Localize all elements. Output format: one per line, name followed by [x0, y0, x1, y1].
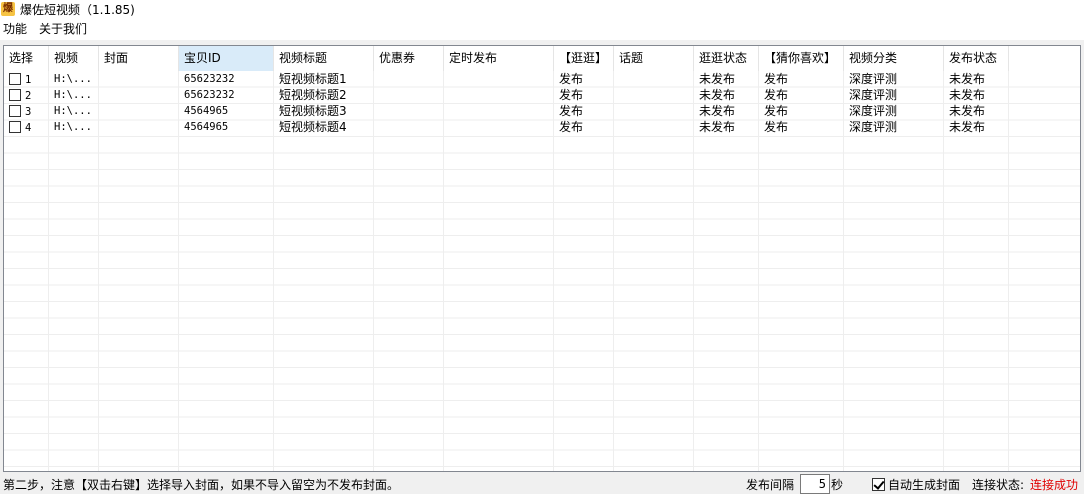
status-bar: 第二步，注意【双击右键】选择导入封面，如果不导入留空为不发布封面。 发布间隔 5…	[0, 474, 1084, 494]
cell-category[interactable]: 深度评测	[844, 87, 944, 103]
col-header-status[interactable]: 发布状态	[944, 46, 1009, 71]
cell-video[interactable]: H:\...	[49, 87, 99, 103]
row-checkbox[interactable]	[9, 88, 21, 101]
cell-coupon[interactable]	[374, 119, 444, 135]
interval-unit-label: 秒	[831, 478, 844, 492]
cell-title[interactable]: 短视频标题4	[274, 119, 374, 135]
window-title: 爆佐短视频（1.1.85)	[20, 2, 135, 17]
auto-cover-checkbox[interactable]: 自动生成封面	[872, 476, 960, 493]
cell-cover[interactable]	[99, 87, 179, 103]
col-header-cover[interactable]: 封面	[99, 46, 179, 71]
cell-title[interactable]: 短视频标题2	[274, 87, 374, 103]
grid-header: 选择 视频 封面 宝贝ID 视频标题 优惠券 定时发布 【逛逛】 话题 逛逛状态…	[4, 46, 1009, 71]
cell-gg-status: 未发布	[699, 104, 736, 118]
col-header-coupon[interactable]: 优惠券	[374, 46, 444, 71]
table-row[interactable]: 3 H:\... 4564965 短视频标题3 发布 未发布 发布 深度评测 未…	[4, 103, 1009, 119]
col-header-guess-like[interactable]: 【猜你喜欢】	[759, 46, 844, 71]
cell-guess-like[interactable]: 发布	[759, 103, 844, 119]
cell-item-id[interactable]: 4564965	[179, 119, 274, 135]
cell-status: 未发布	[949, 104, 986, 118]
row-select-cell[interactable]: 1	[4, 71, 49, 87]
cell-schedule[interactable]	[444, 119, 554, 135]
col-header-title[interactable]: 视频标题	[274, 46, 374, 71]
connection-status-label: 连接状态:	[972, 478, 1025, 492]
connection-status-value: 连接成功	[1030, 478, 1079, 492]
col-header-select[interactable]: 选择	[4, 46, 49, 71]
step-hint-text: 第二步，注意【双击右键】选择导入封面，如果不导入留空为不发布封面。	[3, 478, 400, 492]
row-select-cell[interactable]: 3	[4, 103, 49, 119]
cell-status: 未发布	[949, 72, 986, 86]
cell-guess-like[interactable]: 发布	[759, 87, 844, 103]
menu-item-function[interactable]: 功能	[0, 18, 33, 40]
publish-interval-input[interactable]: 5	[800, 474, 830, 494]
title-bar: 爆 爆佐短视频（1.1.85)	[0, 0, 1084, 18]
cell-cover[interactable]	[99, 71, 179, 87]
table-row[interactable]: 4 H:\... 4564965 短视频标题4 发布 未发布 发布 深度评测 未…	[4, 119, 1009, 135]
checkbox-checked-icon[interactable]	[872, 478, 885, 491]
cell-title[interactable]: 短视频标题3	[274, 103, 374, 119]
cell-item-id[interactable]: 65623232	[179, 71, 274, 87]
cell-video[interactable]: H:\...	[49, 103, 99, 119]
col-header-schedule[interactable]: 定时发布	[444, 46, 554, 71]
cell-category[interactable]: 深度评测	[844, 71, 944, 87]
table-row[interactable]: 1 H:\... 65623232 短视频标题1 发布 未发布 发布 深度评测 …	[4, 71, 1009, 87]
cell-cover[interactable]	[99, 119, 179, 135]
menu-item-about[interactable]: 关于我们	[33, 18, 93, 40]
cell-topic[interactable]	[614, 119, 694, 135]
cell-guess-like[interactable]: 发布	[759, 119, 844, 135]
cell-status: 未发布	[949, 120, 986, 134]
col-header-category[interactable]: 视频分类	[844, 46, 944, 71]
cell-gg-status: 未发布	[699, 120, 736, 134]
row-checkbox[interactable]	[9, 104, 21, 117]
cell-guangguang[interactable]: 发布	[554, 119, 614, 135]
cell-cover[interactable]	[99, 103, 179, 119]
cell-guess-like[interactable]: 发布	[759, 71, 844, 87]
video-grid[interactable]: 选择 视频 封面 宝贝ID 视频标题 优惠券 定时发布 【逛逛】 话题 逛逛状态…	[3, 45, 1081, 472]
table-row[interactable]: 2 H:\... 65623232 短视频标题2 发布 未发布 发布 深度评测 …	[4, 87, 1009, 103]
cell-guangguang[interactable]: 发布	[554, 71, 614, 87]
row-select-cell[interactable]: 4	[4, 119, 49, 135]
cell-item-id[interactable]: 4564965	[179, 103, 274, 119]
cell-status: 未发布	[949, 88, 986, 102]
publish-interval-label: 发布间隔	[746, 478, 795, 492]
cell-topic[interactable]	[614, 103, 694, 119]
cell-video[interactable]: H:\...	[49, 71, 99, 87]
menu-bar: 功能 关于我们	[0, 18, 1084, 40]
col-header-video[interactable]: 视频	[49, 46, 99, 71]
cell-title[interactable]: 短视频标题1	[274, 71, 374, 87]
col-header-topic[interactable]: 话题	[614, 46, 694, 71]
cell-topic[interactable]	[614, 87, 694, 103]
cell-gg-status: 未发布	[699, 72, 736, 86]
auto-cover-label: 自动生成封面	[888, 478, 961, 492]
cell-topic[interactable]	[614, 71, 694, 87]
cell-gg-status: 未发布	[699, 88, 736, 102]
cell-schedule[interactable]	[444, 103, 554, 119]
cell-coupon[interactable]	[374, 103, 444, 119]
app-logo-icon: 爆	[1, 2, 15, 16]
cell-category[interactable]: 深度评测	[844, 119, 944, 135]
col-header-guangguang[interactable]: 【逛逛】	[554, 46, 614, 71]
row-checkbox[interactable]	[9, 120, 21, 133]
cell-coupon[interactable]	[374, 71, 444, 87]
cell-item-id[interactable]: 65623232	[179, 87, 274, 103]
row-select-cell[interactable]: 2	[4, 87, 49, 103]
cell-guangguang[interactable]: 发布	[554, 87, 614, 103]
col-header-item-id[interactable]: 宝贝ID	[179, 46, 274, 71]
row-checkbox[interactable]	[9, 72, 21, 85]
cell-video[interactable]: H:\...	[49, 119, 99, 135]
cell-schedule[interactable]	[444, 71, 554, 87]
cell-guangguang[interactable]: 发布	[554, 103, 614, 119]
cell-coupon[interactable]	[374, 87, 444, 103]
cell-category[interactable]: 深度评测	[844, 103, 944, 119]
col-header-gg-status[interactable]: 逛逛状态	[694, 46, 759, 71]
cell-schedule[interactable]	[444, 87, 554, 103]
